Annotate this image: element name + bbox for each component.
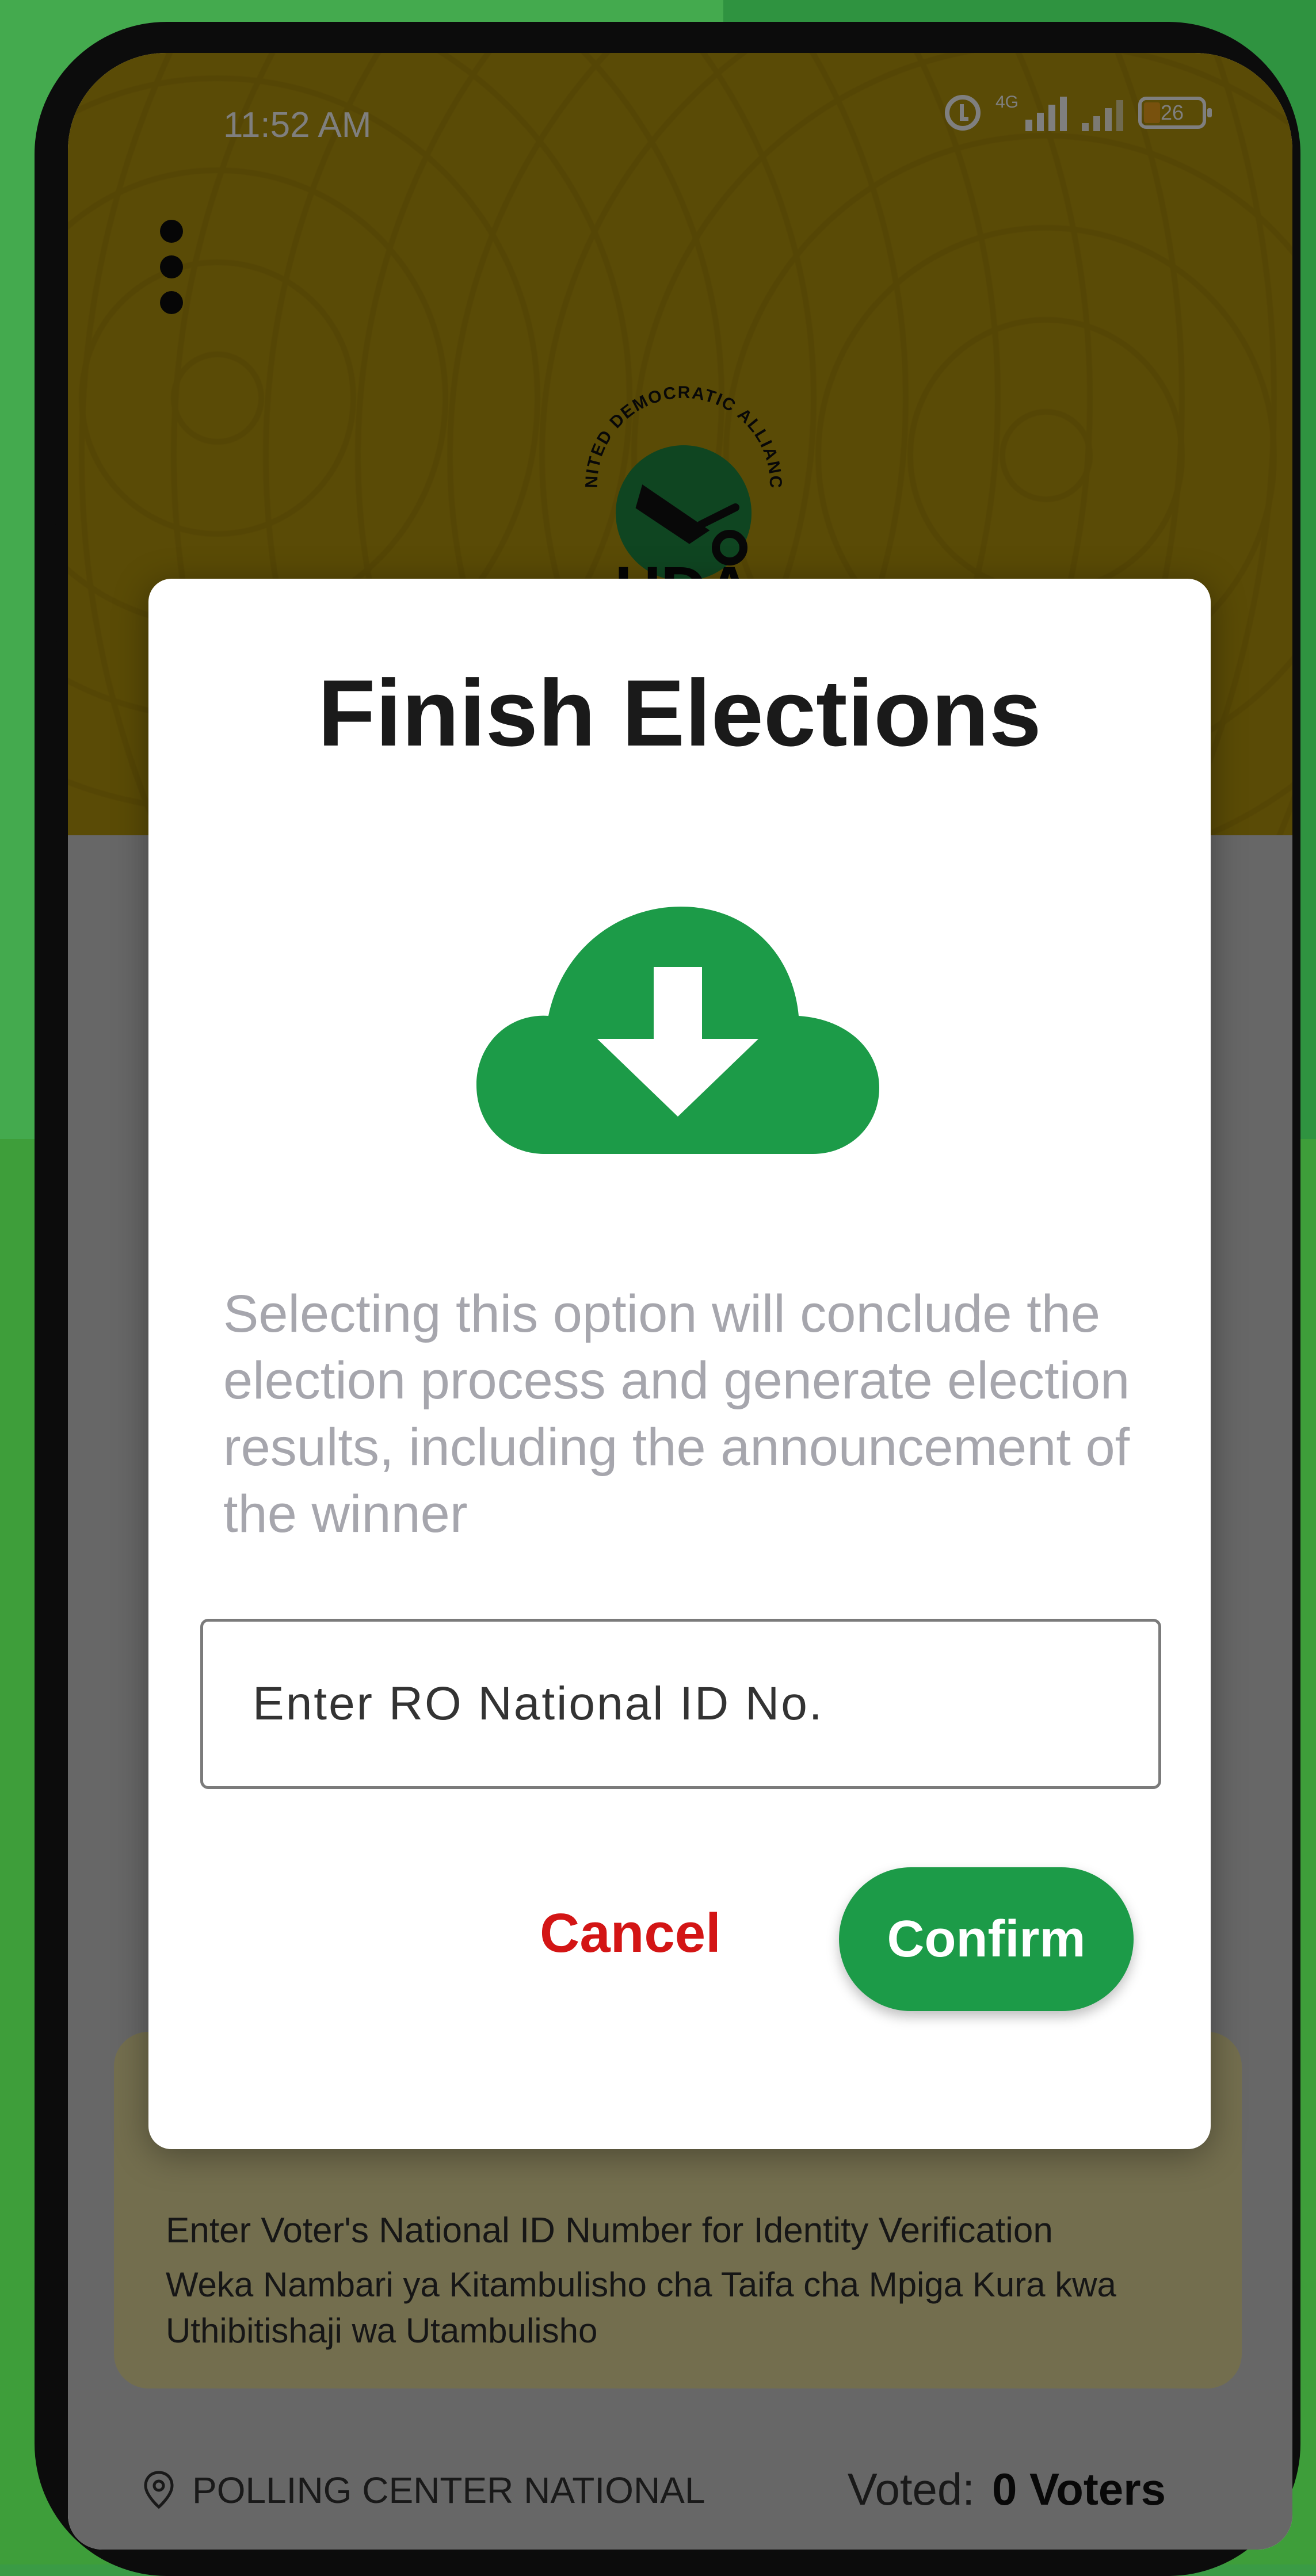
ro-national-id-input[interactable] xyxy=(200,1619,1161,1789)
cancel-button[interactable]: Cancel xyxy=(540,1902,721,1965)
confirm-button[interactable]: Confirm xyxy=(839,1867,1134,2011)
cloud-download-icon xyxy=(476,907,879,1154)
dialog-title: Finish Elections xyxy=(318,660,1042,766)
dialog-description: Selecting this option will conclude the … xyxy=(223,1285,1130,1543)
finish-elections-dialog: Finish Elections Selecting this option w… xyxy=(148,579,1211,2149)
